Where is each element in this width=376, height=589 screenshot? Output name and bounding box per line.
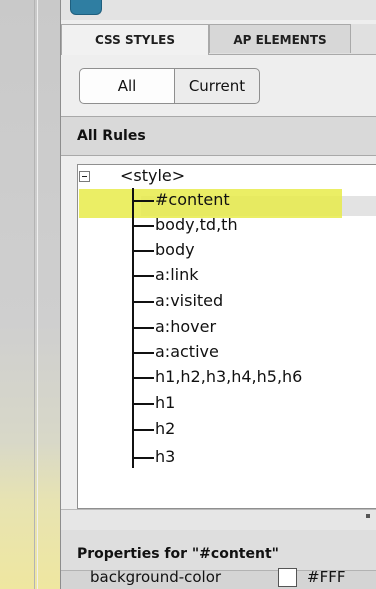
current-button[interactable]: Current [174,68,260,104]
rule-label: h1,h2,h3,h4,h5,h6 [155,367,303,386]
panel-tabs: CSS STYLES AP ELEMENTS [61,24,376,55]
property-row[interactable]: background-color #FFF [61,568,376,589]
tree-branch [132,225,154,227]
tree-branch [132,377,154,379]
tree-branch [132,403,154,405]
style-root-node[interactable]: <style> [120,165,185,187]
left-window-strip [0,0,61,589]
tree-branch [132,457,154,459]
splitter-grip-icon [366,514,370,518]
strip-divider-highlight [37,0,38,589]
rule-label: body,td,th [155,215,238,234]
rule-label: a:hover [155,317,217,336]
mode-toggle: All Current [61,55,376,115]
rule-label: body [155,240,195,259]
collapse-icon[interactable] [79,171,90,182]
rule-label: a:active [155,342,219,361]
tab-css-styles[interactable]: CSS STYLES [61,24,209,55]
panel-top-edge [61,0,376,20]
tree-branch [132,301,154,303]
panel-splitter[interactable] [61,509,376,530]
rule-label: a:link [155,265,199,284]
rule-label: h3 [155,447,176,466]
tree-branch [132,250,154,252]
all-button[interactable]: All [79,68,175,104]
tree-branch [132,200,154,202]
rule-label: h2 [155,419,176,438]
rule-label: a:visited [155,291,224,310]
property-value[interactable]: #FFF [307,568,345,586]
rule-label: h1 [155,393,176,412]
tab-ap-elements[interactable]: AP ELEMENTS [209,24,351,53]
rule-label: #content [155,190,230,209]
tree-branch [132,327,154,329]
tree-branch [132,429,154,431]
color-swatch[interactable] [278,568,297,587]
strip-divider [34,0,35,589]
properties-header: Properties for "#content" [61,530,376,570]
tree-branch [132,275,154,277]
tree-branch [132,352,154,354]
property-name: background-color [90,568,222,586]
all-rules-header: All Rules [61,116,376,156]
css-styles-panel: CSS STYLES AP ELEMENTS All Current All R… [61,0,376,589]
app-icon [70,0,102,15]
